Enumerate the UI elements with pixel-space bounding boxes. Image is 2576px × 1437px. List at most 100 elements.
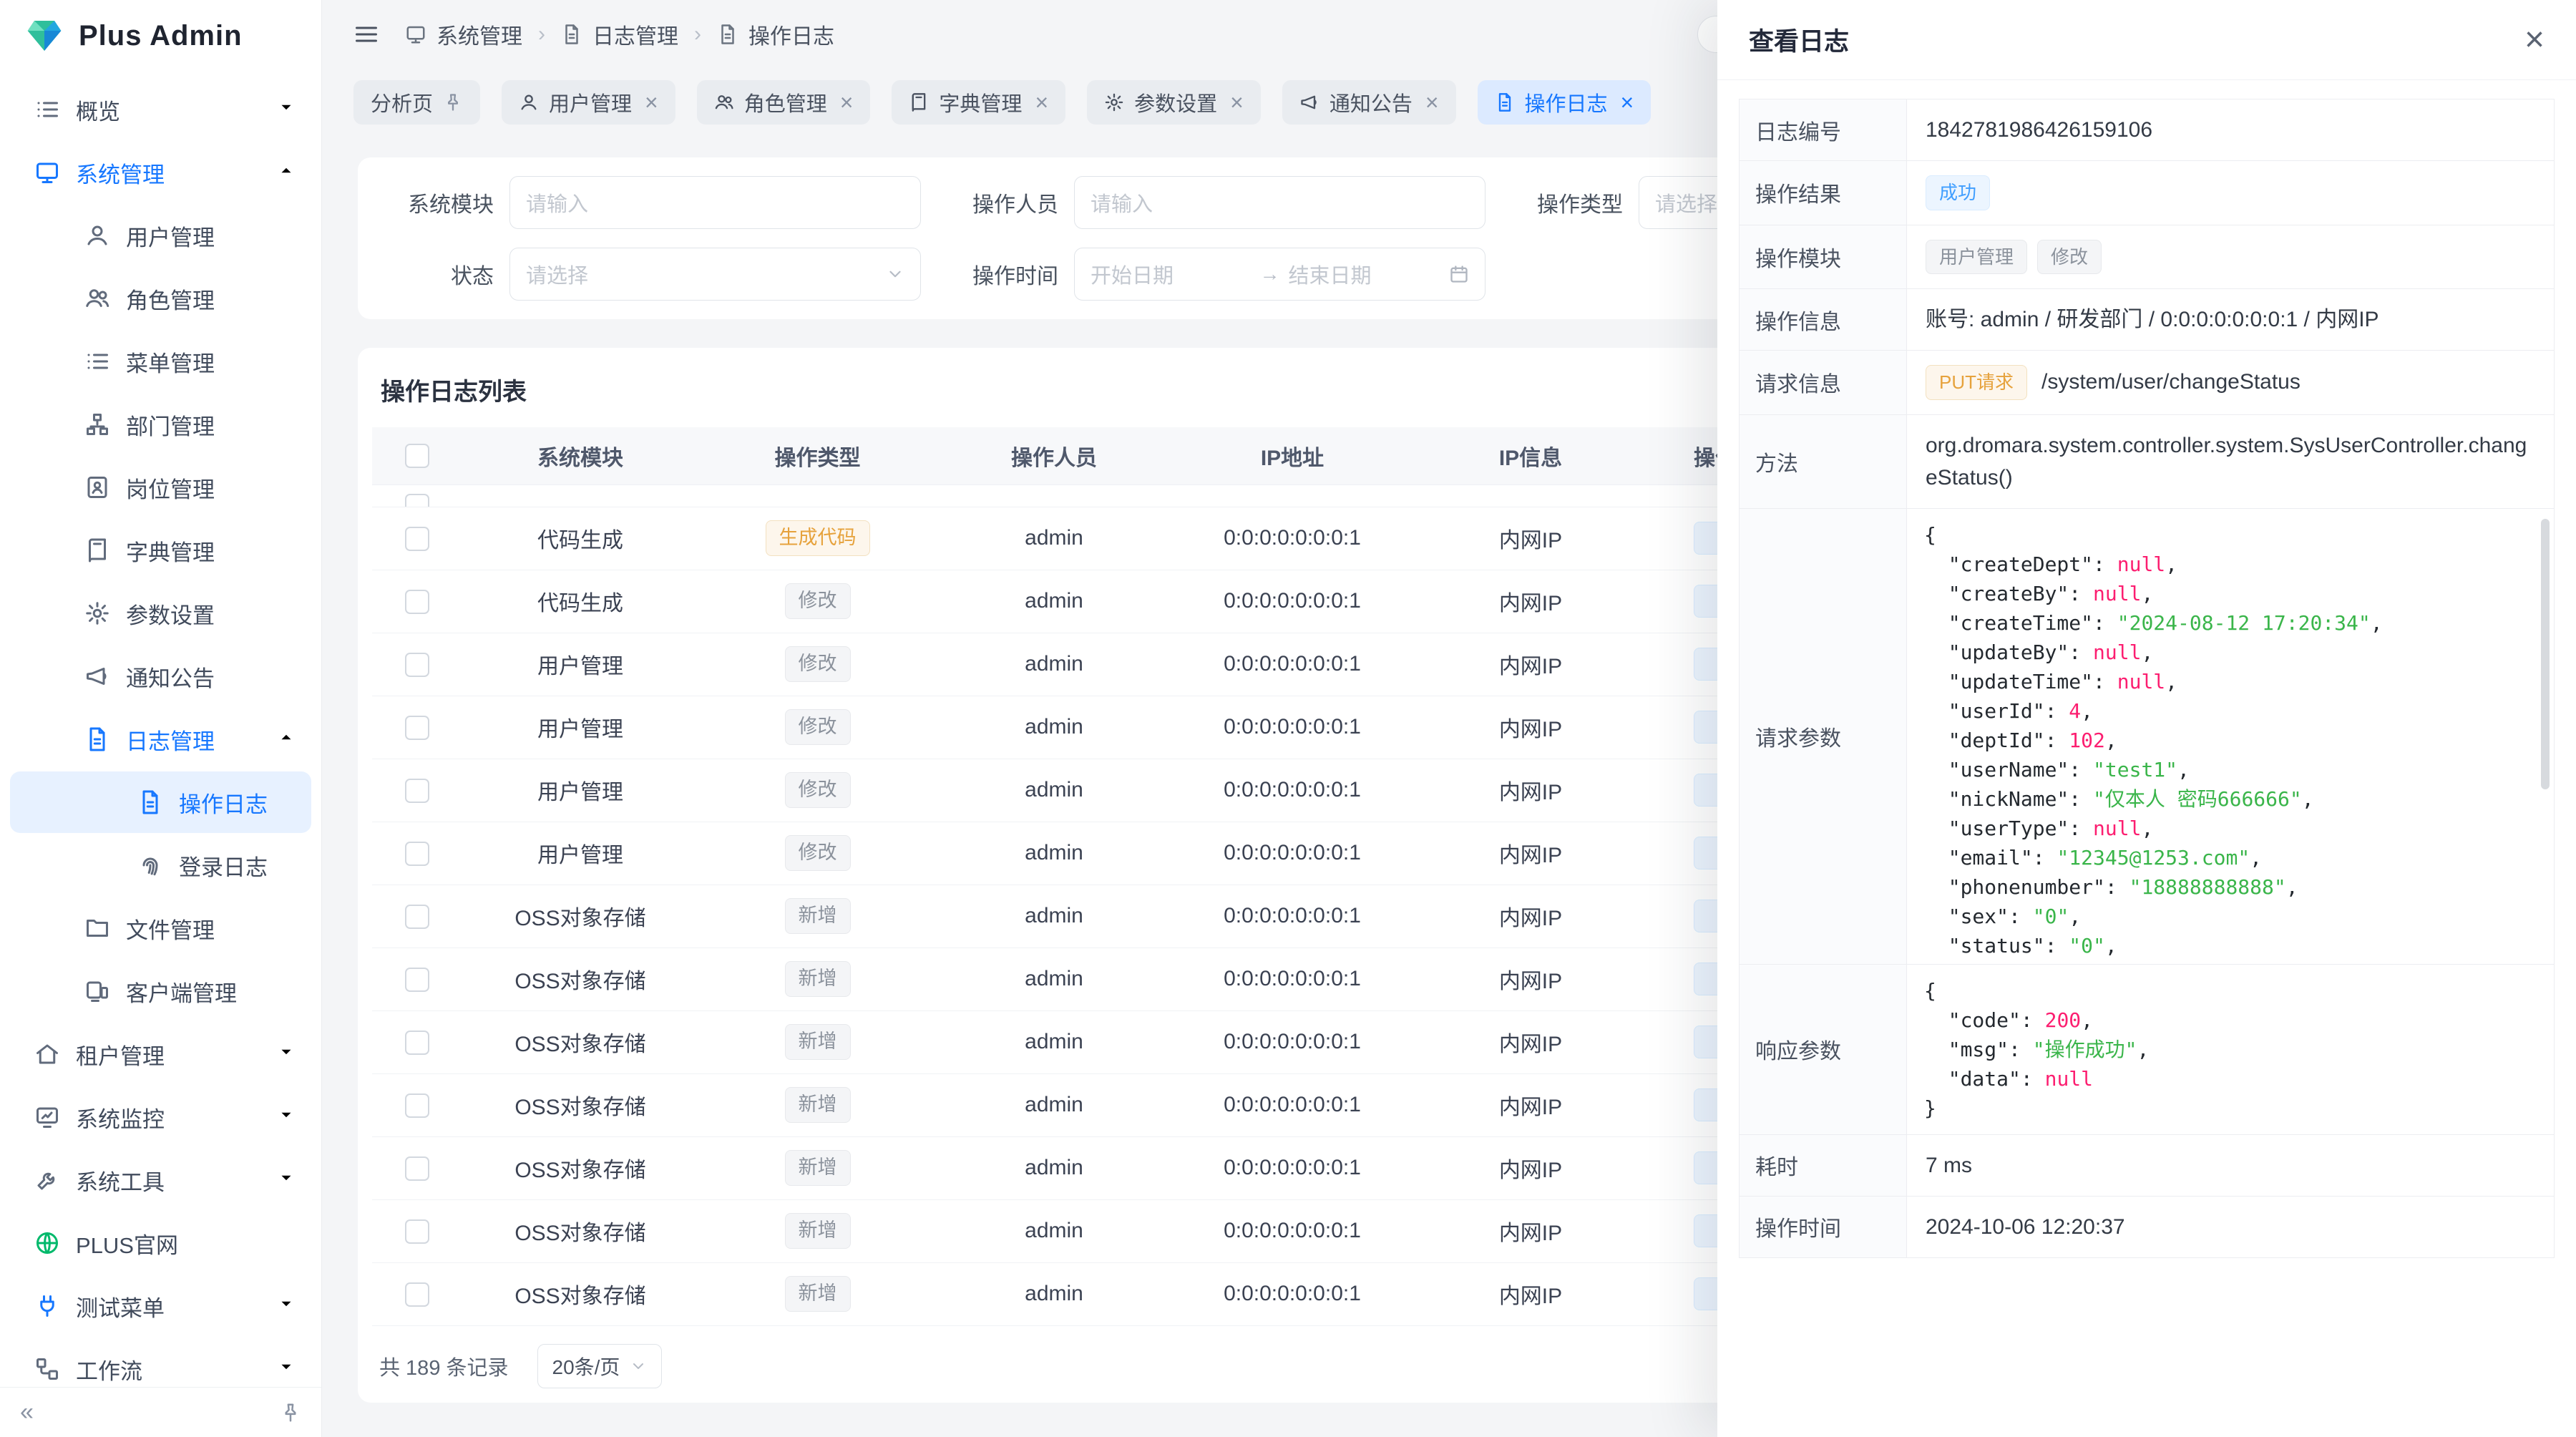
row-checkbox[interactable] (405, 1031, 429, 1055)
sidebar-item-role-mgmt[interactable]: 角色管理 (10, 268, 311, 329)
sidebar-item-system-monitor[interactable]: 系统监控 (10, 1086, 311, 1148)
json-viewer: { "code": 200, "msg": "操作成功", "data": nu… (1907, 965, 2554, 1134)
ip-cell: 0:0:0:0:0:0:0:1 (1171, 696, 1413, 759)
tab-notice[interactable]: 通知公告× (1282, 80, 1456, 125)
sidebar-item-menu-mgmt[interactable]: 菜单管理 (10, 331, 311, 392)
tab-dict-mgmt[interactable]: 字典管理× (892, 80, 1065, 125)
page-size-select[interactable]: 20条/页 (537, 1344, 663, 1388)
sidebar-item-user-mgmt[interactable]: 用户管理 (10, 205, 311, 266)
sidebar-item-param-settings[interactable]: 参数设置 (10, 583, 311, 644)
sidebar-item-tenant-mgmt[interactable]: 租户管理 (10, 1023, 311, 1085)
tab-param-settings[interactable]: 参数设置 × (1087, 80, 1261, 125)
scrollbar-thumb[interactable] (2541, 519, 2550, 789)
close-tab-icon[interactable]: × (1425, 91, 1439, 114)
pin-sidebar-icon[interactable] (280, 1402, 301, 1423)
ip-cell: 0:0:0:0:0:0:0:1 (1171, 633, 1413, 696)
tab-role-mgmt[interactable]: 角色管理× (697, 80, 871, 125)
gear-icon (1104, 92, 1124, 112)
sidebar-item-workflow[interactable]: 工作流 (10, 1338, 311, 1387)
collapse-sidebar-button[interactable]: « (20, 1398, 34, 1426)
book-icon (909, 92, 929, 112)
sidebar-item-post-mgmt[interactable]: 岗位管理 (10, 457, 311, 518)
close-tab-icon[interactable]: × (1230, 91, 1244, 114)
sidebar-item-test-menu[interactable]: 测试菜单 (10, 1275, 311, 1337)
tools-icon (34, 1167, 60, 1193)
total-records: 共 189 条记录 (379, 1351, 509, 1381)
sidebar-item-log-mgmt[interactable]: 日志管理 (10, 708, 311, 770)
sidebar-item-system-mgmt[interactable]: 系统管理 (10, 142, 311, 203)
close-tab-icon[interactable]: × (840, 91, 854, 114)
action-type-tag: 新增 (785, 1087, 851, 1123)
breadcrumb-separator: › (694, 22, 701, 47)
sidebar-item-notice[interactable]: 通知公告 (10, 646, 311, 707)
tab-user-mgmt[interactable]: 用户管理 × (502, 80, 675, 125)
sidebar-item-dict-mgmt[interactable]: 字典管理 (10, 520, 311, 581)
module-cell: 用户管理 (462, 696, 698, 759)
sidebar-item-overview[interactable]: 概览 (10, 79, 311, 140)
row-checkbox[interactable] (405, 968, 429, 992)
hamburger-menu-icon[interactable] (353, 21, 379, 47)
module-cell: 用户管理 (462, 633, 698, 696)
request-info-label: 请求信息 (1740, 351, 1907, 415)
sidebar-item-dept-mgmt[interactable]: 部门管理 (10, 394, 311, 455)
row-checkbox[interactable] (405, 494, 429, 507)
ip-cell: 0:0:0:0:0:0:0:1 (1171, 507, 1413, 570)
action-cell: 修改 (698, 570, 937, 633)
row-checkbox[interactable] (405, 905, 429, 929)
row-checkbox[interactable] (405, 590, 429, 614)
close-tab-icon[interactable]: × (1621, 91, 1634, 114)
row-checkbox[interactable] (405, 1093, 429, 1118)
close-tab-icon[interactable]: × (645, 91, 658, 114)
row-checkbox[interactable] (405, 716, 429, 740)
list-icon (84, 349, 110, 374)
row-checkbox[interactable] (405, 527, 429, 551)
sidebar-item-operation-log[interactable]: 操作日志 (10, 771, 311, 833)
row-checkbox[interactable] (405, 1282, 429, 1307)
ip-cell: 0:0:0:0:0:0:0:1 (1171, 822, 1413, 885)
ip-info-cell: 内网IP (1413, 570, 1648, 633)
operator-cell: admin (937, 759, 1171, 822)
filter-operation-time-range[interactable]: 开始日期→结束日期 (1074, 248, 1485, 301)
tab-analysis[interactable]: 分析页 (353, 80, 480, 125)
tab-operation-log[interactable]: 操作日志 × (1478, 80, 1652, 125)
row-select-cell (372, 885, 462, 948)
info-label: 操作信息 (1740, 289, 1907, 351)
operator-cell: admin (937, 696, 1171, 759)
request-info-value: PUT请求/system/user/changeStatus (1907, 351, 2555, 415)
row-checkbox[interactable] (405, 779, 429, 803)
row-checkbox[interactable] (405, 653, 429, 677)
ip-info-cell: 内网IP (1413, 633, 1648, 696)
row-checkbox[interactable] (405, 1156, 429, 1181)
sidebar-item-login-log[interactable]: 登录日志 (10, 834, 311, 896)
tab-label: 参数设置 (1134, 87, 1217, 117)
breadcrumb-item[interactable]: 日志管理 (561, 19, 678, 50)
app-logo[interactable]: Plus Admin (0, 0, 321, 72)
log-detail-table: 日志编号1842781986426159106操作结果成功操作模块用户管理修改操… (1739, 99, 2555, 1258)
close-drawer-icon[interactable]: × (2524, 23, 2545, 57)
row-select-cell (372, 1073, 462, 1136)
tab-label: 用户管理 (549, 87, 632, 117)
json-viewer[interactable]: { "createDept": null, "createBy": null, … (1907, 509, 2554, 964)
app-title: Plus Admin (79, 20, 243, 52)
request-url: /system/user/changeStatus (2041, 370, 2301, 394)
end-date-placeholder: 结束日期 (1289, 259, 1450, 289)
select-all-checkbox[interactable] (405, 444, 429, 468)
breadcrumb-item[interactable]: 系统管理 (405, 19, 522, 50)
row-checkbox[interactable] (405, 1219, 429, 1244)
filter-operator-input[interactable]: 请输入 (1074, 176, 1485, 229)
sidebar-item-plus-site[interactable]: PLUS官网 (10, 1212, 311, 1274)
tab-label: 操作日志 (1525, 87, 1608, 117)
filter-system-module-input[interactable]: 请输入 (509, 176, 921, 229)
action-cell: 新增 (698, 1010, 937, 1073)
detail-row: 操作时间2024-10-06 12:20:37 (1740, 1196, 2555, 1257)
row-checkbox[interactable] (405, 842, 429, 866)
ip-cell: 0:0:0:0:0:0:0:1 (1171, 948, 1413, 1010)
sidebar-item-client-mgmt[interactable]: 客户端管理 (10, 960, 311, 1022)
sidebar-item-file-mgmt[interactable]: 文件管理 (10, 897, 311, 959)
filter-status-select[interactable]: 请选择 (509, 248, 921, 301)
breadcrumb-item[interactable]: 操作日志 (717, 19, 834, 50)
close-tab-icon[interactable]: × (1035, 91, 1048, 114)
action-type-tag: 新增 (785, 961, 851, 997)
sidebar-item-label: 菜单管理 (126, 346, 215, 378)
sidebar-item-system-tools[interactable]: 系统工具 (10, 1149, 311, 1211)
